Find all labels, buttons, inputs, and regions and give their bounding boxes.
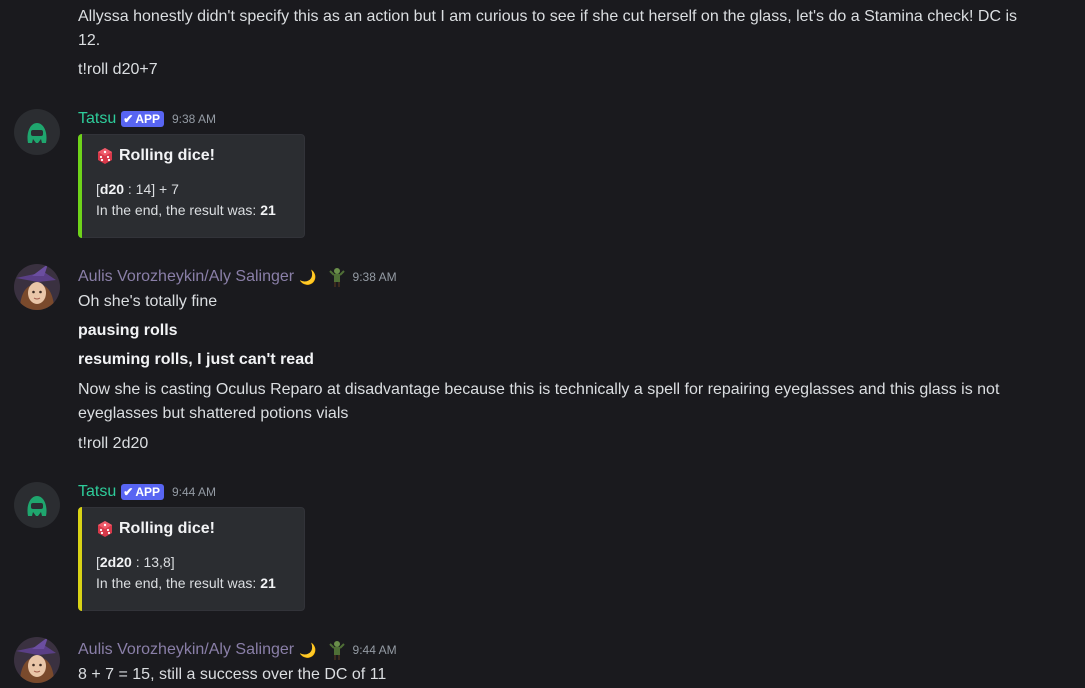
result-prefix: In the end, the result was:: [96, 575, 261, 591]
embed-title-text: Rolling dice!: [119, 520, 215, 537]
roll-die: d20: [99, 181, 125, 197]
green-blob-avatar-icon: [14, 482, 60, 528]
bot-avatar[interactable]: [14, 482, 60, 528]
embed-body: [2d20 : 13,8] In the end, the result was…: [96, 552, 276, 594]
roll-die: 2d20: [99, 554, 132, 570]
app-badge: ✔ APP: [121, 111, 164, 127]
red-dice-icon: [96, 520, 114, 538]
embed-body: [d20 : 14] + 7 In the end, the result wa…: [96, 179, 276, 221]
green-blob-avatar-icon: [14, 109, 60, 155]
timestamp[interactable]: 9:44 AM: [353, 643, 397, 657]
username[interactable]: Tatsu: [78, 483, 116, 501]
username[interactable]: Aulis Vorozheykin/Aly Salinger: [78, 641, 294, 659]
embed-title-text: Rolling dice!: [119, 147, 215, 164]
result-value: 21: [260, 202, 276, 218]
embed-accent-bar: [78, 134, 82, 238]
username[interactable]: Tatsu: [78, 110, 116, 128]
roll-result: In the end, the result was: 21: [96, 200, 276, 221]
embed-accent-bar: [78, 507, 82, 611]
app-badge: ✔ APP: [121, 484, 164, 500]
message-text: pausing rolls: [78, 322, 178, 339]
app-badge-label: APP: [135, 485, 160, 499]
timestamp[interactable]: 9:38 AM: [172, 112, 216, 126]
red-dice-icon: [96, 147, 114, 165]
checkmark-icon: ✔: [123, 112, 134, 126]
green-figure-icon: [328, 640, 345, 660]
user-avatar[interactable]: [14, 637, 60, 683]
message-header: Tatsu ✔ APP 9:44 AM: [78, 481, 216, 503]
moon-icon: 🌙: [299, 268, 317, 285]
roll-values: : 13,8]: [131, 554, 175, 570]
embed-title: Rolling dice!: [96, 520, 215, 538]
dice-embed: Rolling dice! [d20 : 14] + 7 In the end,…: [78, 134, 305, 238]
result-prefix: In the end, the result was:: [96, 202, 261, 218]
message-text: 12.: [78, 32, 101, 49]
roll-detail: [d20 : 14] + 7: [96, 179, 276, 200]
chat-messages: Allyssa honestly didn't specify this as …: [0, 0, 1085, 688]
embed-title: Rolling dice!: [96, 147, 215, 165]
message-header: Aulis Vorozheykin/Aly Salinger 🌙 9:44 AM: [78, 639, 397, 661]
roll-detail: [2d20 : 13,8]: [96, 552, 276, 573]
message-text: Allyssa honestly didn't specify this as …: [78, 8, 1018, 25]
witch-portrait-avatar-icon: [14, 637, 60, 683]
message-text: Now she is casting Oculus Reparo at disa…: [78, 381, 1000, 398]
message-header: Aulis Vorozheykin/Aly Salinger 🌙 9:38 AM: [78, 266, 397, 288]
username[interactable]: Aulis Vorozheykin/Aly Salinger: [78, 268, 294, 286]
message-text: t!roll d20+7: [78, 61, 158, 78]
message-header: Tatsu ✔ APP 9:38 AM: [78, 108, 216, 130]
message-text: eyeglasses but shattered potions vials: [78, 405, 349, 422]
roll-result: In the end, the result was: 21: [96, 573, 276, 594]
user-avatar[interactable]: [14, 264, 60, 310]
message-text: t!roll 2d20: [78, 435, 149, 452]
result-value: 21: [260, 575, 276, 591]
witch-portrait-avatar-icon: [14, 264, 60, 310]
moon-icon: 🌙: [299, 641, 317, 658]
timestamp[interactable]: 9:44 AM: [172, 485, 216, 499]
dice-embed: Rolling dice! [2d20 : 13,8] In the end, …: [78, 507, 305, 611]
bot-avatar[interactable]: [14, 109, 60, 155]
green-figure-icon: [328, 267, 345, 287]
message-text: 8 + 7 = 15, still a success over the DC …: [78, 666, 387, 683]
message-text: resuming rolls, I just can't read: [78, 351, 314, 368]
checkmark-icon: ✔: [123, 485, 134, 499]
timestamp[interactable]: 9:38 AM: [353, 270, 397, 284]
app-badge-label: APP: [135, 112, 160, 126]
message-text: Oh she's totally fine: [78, 293, 218, 310]
roll-values: : 14] + 7: [124, 181, 179, 197]
